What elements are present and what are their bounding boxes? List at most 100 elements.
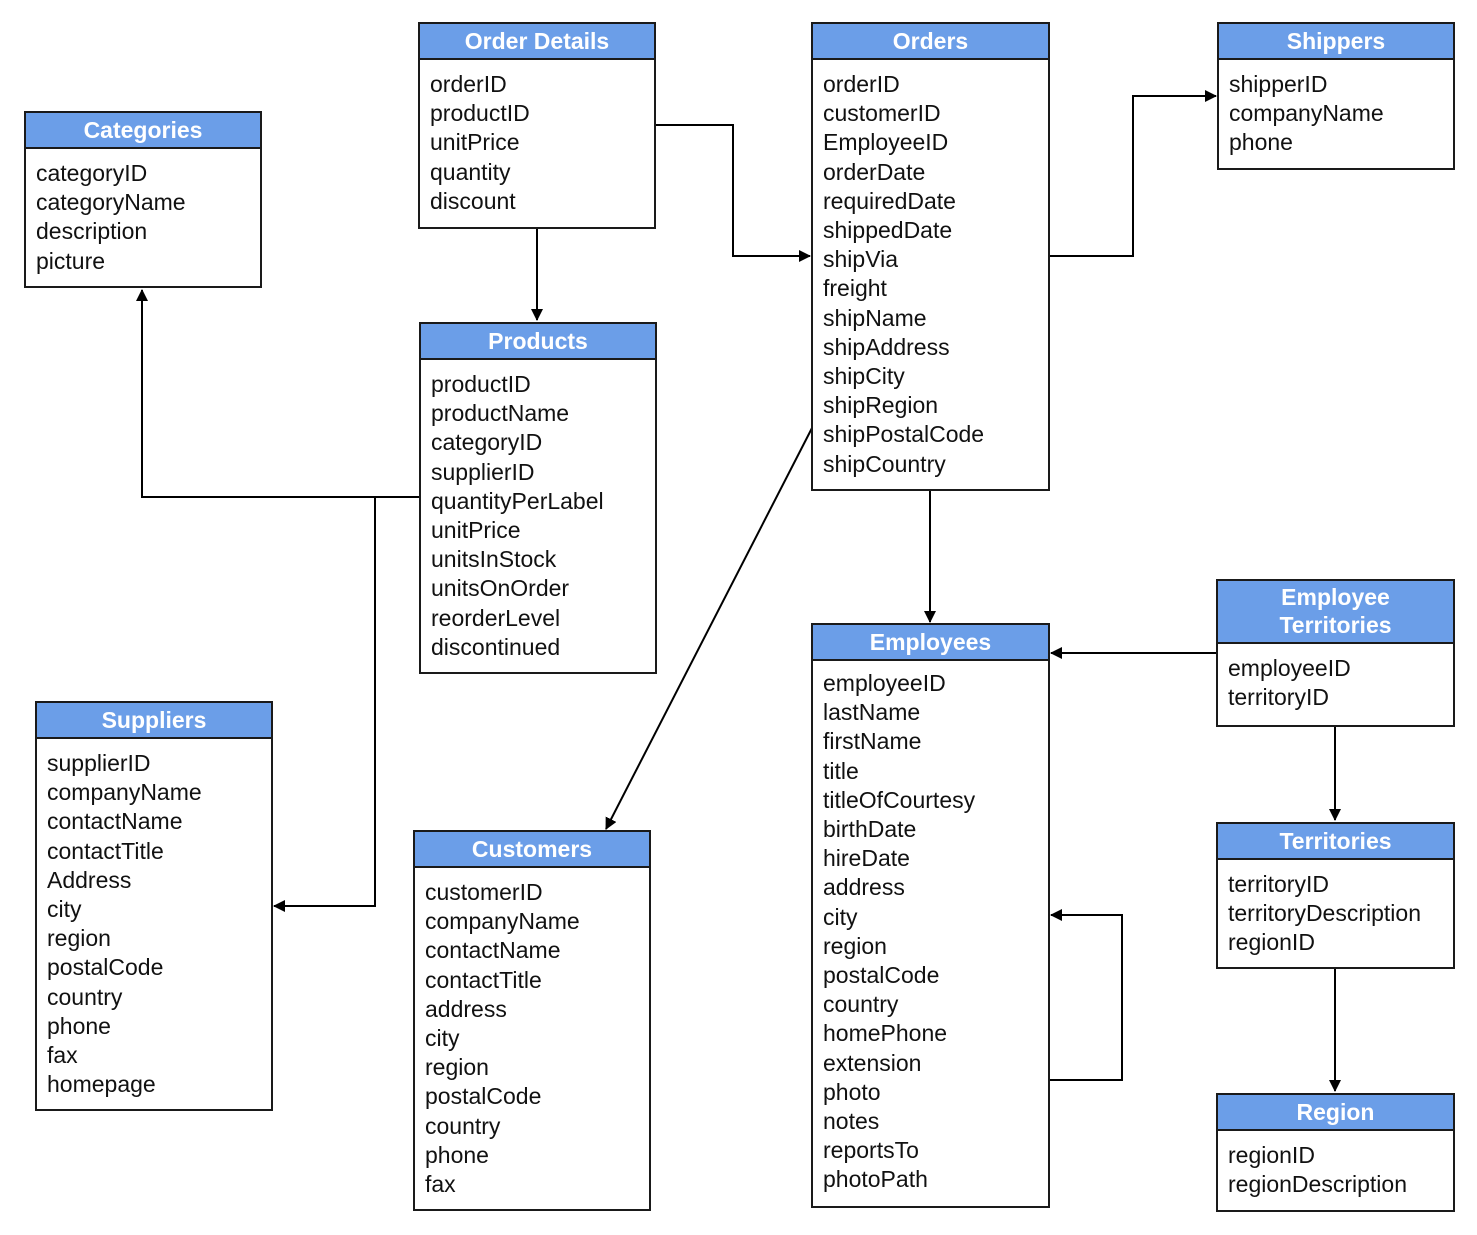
entity-products[interactable]: Products productID productName categoryI…	[419, 322, 657, 674]
field: phone	[425, 1141, 489, 1168]
field: phone	[47, 1012, 111, 1039]
field: territoryDescription	[1228, 900, 1421, 927]
field: quantityPerLabel	[431, 487, 604, 514]
field: customerID	[823, 100, 941, 127]
field: productID	[431, 371, 531, 397]
field: orderID	[430, 71, 507, 97]
entity-title: Orders	[813, 24, 1048, 60]
entity-title: Region	[1218, 1095, 1453, 1131]
connector-products-categories	[136, 289, 420, 498]
connector-orders-shippers	[1049, 90, 1217, 257]
entity-title: Customers	[415, 832, 649, 868]
entity-title-line1: Employee	[1281, 584, 1390, 610]
field: requiredDate	[823, 187, 956, 214]
entity-title: Territories	[1218, 824, 1453, 860]
field: address	[425, 995, 507, 1022]
field: unitPrice	[431, 517, 521, 544]
connector-employees-self	[1049, 909, 1123, 1081]
field: titleOfCourtesy	[823, 786, 976, 813]
field: region	[823, 932, 887, 959]
field: shipName	[823, 304, 927, 331]
field: EmployeeID	[823, 129, 949, 156]
field: title	[823, 757, 859, 784]
field-list: employeeID territoryID	[1218, 644, 1453, 722]
field: fax	[425, 1171, 456, 1198]
field: shippedDate	[823, 217, 953, 244]
field: contactName	[425, 937, 561, 964]
field: homepage	[47, 1071, 156, 1098]
entity-orders[interactable]: Orders orderID customerID EmployeeID ord…	[811, 22, 1050, 491]
field: regionID	[1228, 1142, 1315, 1168]
field: firstName	[823, 728, 922, 755]
field: discount	[430, 187, 516, 214]
entity-territories[interactable]: Territories territoryID territoryDescrip…	[1216, 822, 1455, 969]
field: shipperID	[1229, 71, 1328, 97]
entity-region[interactable]: Region regionID regionDescription	[1216, 1093, 1455, 1212]
field: city	[823, 903, 858, 930]
entity-customers[interactable]: Customers customerID companyName contact…	[413, 830, 651, 1211]
entity-title: Order Details	[420, 24, 654, 60]
field: reorderLevel	[431, 604, 561, 631]
field: shipPostalCode	[823, 421, 985, 448]
field: supplierID	[431, 458, 535, 485]
field: supplierID	[47, 750, 151, 776]
field: contactTitle	[425, 966, 542, 993]
field: hireDate	[823, 845, 910, 872]
field: regionDescription	[1228, 1171, 1407, 1198]
entity-employee-territories[interactable]: Employee Territories employeeID territor…	[1216, 579, 1455, 727]
field: orderID	[823, 71, 900, 97]
field: Address	[47, 866, 132, 893]
field: lastName	[823, 699, 921, 726]
field: unitsOnOrder	[431, 575, 570, 602]
entity-employees[interactable]: Employees employeeID lastName firstName …	[811, 623, 1050, 1208]
field: phone	[1229, 129, 1293, 156]
field: employeeID	[1228, 655, 1351, 681]
field: territoryID	[1228, 684, 1329, 711]
field: productName	[431, 400, 570, 427]
field: country	[823, 991, 899, 1018]
field-list: shipperID companyName phone	[1219, 60, 1453, 168]
field: notes	[823, 1108, 880, 1135]
field: region	[47, 925, 111, 952]
field: orderDate	[823, 158, 926, 185]
field: regionID	[1228, 929, 1315, 956]
field: contactName	[47, 808, 183, 835]
field: productID	[430, 100, 530, 127]
field: photo	[823, 1078, 881, 1105]
entity-title: Employee Territories	[1218, 581, 1453, 644]
field-list: customerID companyName contactName conta…	[415, 868, 649, 1209]
field: postalCode	[823, 962, 940, 989]
field: postalCode	[47, 954, 164, 981]
field: country	[425, 1112, 501, 1139]
field-list: categoryID categoryName description pict…	[26, 149, 260, 286]
field: postalCode	[425, 1083, 542, 1110]
field: reportsTo	[823, 1137, 919, 1164]
entity-suppliers[interactable]: Suppliers supplierID companyName contact…	[35, 701, 273, 1111]
entity-title: Categories	[26, 113, 260, 149]
entity-shippers[interactable]: Shippers shipperID companyName phone	[1217, 22, 1455, 170]
entity-title: Employees	[813, 625, 1048, 661]
field: discontinued	[431, 633, 561, 660]
entity-order-details[interactable]: Order Details orderID productID unitPric…	[418, 22, 656, 229]
entity-categories[interactable]: Categories categoryID categoryName descr…	[24, 111, 262, 288]
field: employeeID	[823, 670, 946, 696]
field-list: productID productName categoryID supplie…	[421, 360, 655, 672]
field: birthDate	[823, 816, 917, 843]
field: categoryID	[36, 160, 148, 186]
field: shipRegion	[823, 392, 939, 419]
connector-products-suppliers	[273, 497, 376, 912]
field-list: territoryID territoryDescription regionI…	[1218, 860, 1453, 968]
field: address	[823, 874, 905, 901]
field: fax	[47, 1042, 78, 1069]
field: picture	[36, 247, 106, 274]
entity-title: Suppliers	[37, 703, 271, 739]
field-list: supplierID companyName contactName conta…	[37, 739, 271, 1109]
field: homePhone	[823, 1020, 948, 1047]
field: companyName	[47, 779, 202, 806]
field: companyName	[425, 908, 580, 935]
entity-title: Shippers	[1219, 24, 1453, 60]
field: shipCity	[823, 363, 905, 390]
field: territoryID	[1228, 871, 1329, 897]
field: unitsInStock	[431, 546, 557, 573]
field: categoryID	[431, 429, 543, 456]
